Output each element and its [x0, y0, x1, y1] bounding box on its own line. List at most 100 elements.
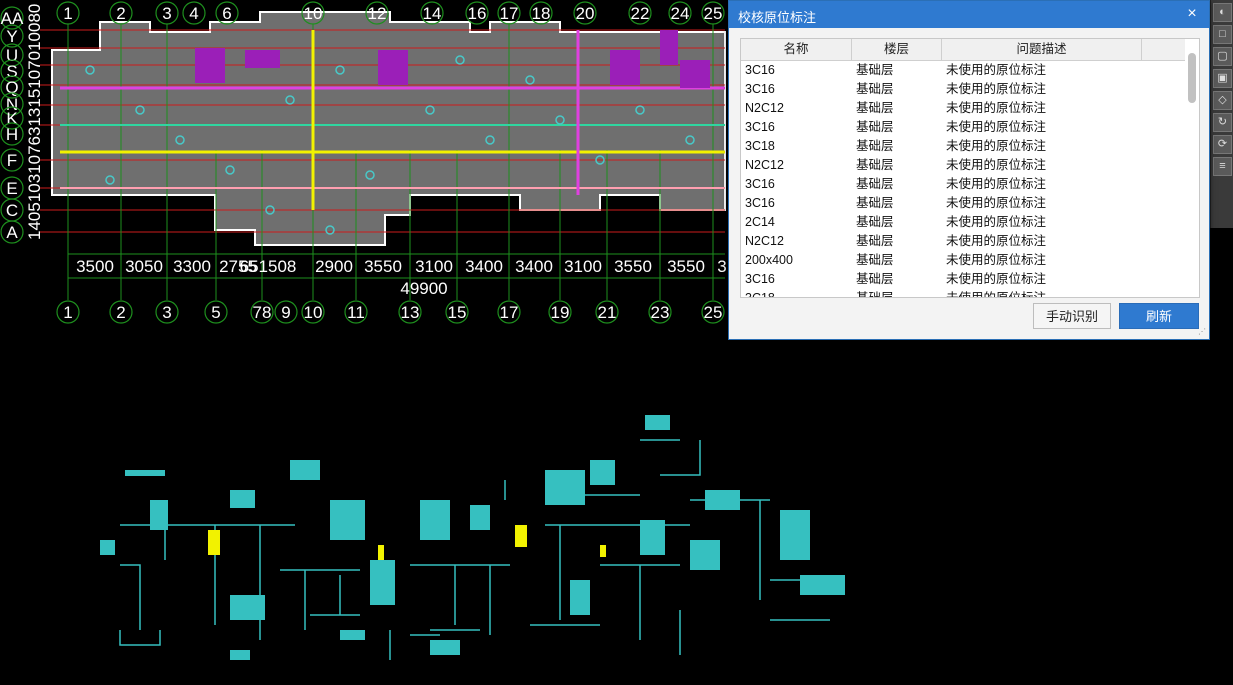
- table-row[interactable]: N2C12 基础层 未使用的原位标注: [741, 156, 1181, 175]
- cell-name: 3C16: [745, 272, 775, 286]
- cell-floor: 基础层: [856, 234, 894, 248]
- dimension-label: 3400: [465, 257, 503, 276]
- dialog-title: 校核原位标注: [738, 10, 817, 25]
- top-axis-label: 18: [532, 4, 551, 23]
- cell-issue: 未使用的原位标注: [946, 272, 1047, 286]
- dialog-title-bar[interactable]: 校核原位标注 ×: [729, 1, 1209, 28]
- check-annotation-dialog: 校核原位标注 × 名称 楼层 问题描述 3C16 基础层 未使用的原位标注 3C16 基…: [728, 0, 1210, 340]
- column-header-name[interactable]: 名称: [741, 39, 852, 60]
- top-axis-label: 2: [116, 4, 125, 23]
- table-row[interactable]: 3C16 基础层 未使用的原位标注: [741, 80, 1181, 99]
- dimension-label: 3100: [415, 257, 453, 276]
- bottom-axis-label: 23: [651, 303, 670, 322]
- bottom-axis-label: 5: [211, 303, 220, 322]
- cell-issue: 未使用的原位标注: [946, 82, 1047, 96]
- cell-issue: 未使用的原位标注: [946, 63, 1047, 77]
- cell-floor: 基础层: [856, 101, 894, 115]
- resize-grip-icon[interactable]: ⋰: [1198, 328, 1206, 336]
- rebar-highlight-marks: [208, 525, 606, 560]
- table-row[interactable]: 2C14 基础层 未使用的原位标注: [741, 213, 1181, 232]
- bottom-axis-label: 11: [347, 303, 365, 322]
- cell-name: 2C14: [745, 215, 775, 229]
- cube-iso-icon[interactable]: ◇: [1213, 91, 1232, 110]
- top-axis-label: 1: [63, 4, 72, 23]
- list-icon[interactable]: ≡: [1213, 157, 1232, 176]
- bottom-axis-label: 21: [598, 303, 617, 322]
- dimension-label: 3500: [76, 257, 114, 276]
- cell-issue: 未使用的原位标注: [946, 177, 1047, 191]
- dimension-label: 3050: [125, 257, 163, 276]
- dimension-label: 3550: [364, 257, 402, 276]
- bottom-axis-label: 3: [162, 303, 171, 322]
- cube-front-icon[interactable]: ▢: [1213, 47, 1232, 66]
- cell-name: 3C16: [745, 63, 775, 77]
- side-axis-label: Y: [6, 27, 17, 46]
- issue-table: 名称 楼层 问题描述 3C16 基础层 未使用的原位标注 3C16 基础层 未使用的原位标…: [740, 38, 1200, 298]
- dimension-label: 3550: [614, 257, 652, 276]
- top-axis-label: 20: [576, 4, 595, 23]
- column-header-issue[interactable]: 问题描述: [942, 39, 1142, 60]
- table-row[interactable]: 3C16 基础层 未使用的原位标注: [741, 118, 1181, 137]
- table-row[interactable]: 3C16 基础层 未使用的原位标注: [741, 61, 1181, 80]
- cell-issue: 未使用的原位标注: [946, 139, 1047, 153]
- column-header-floor[interactable]: 楼层: [852, 39, 942, 60]
- cell-name: N2C12: [745, 101, 784, 115]
- top-axis-label: 16: [468, 4, 487, 23]
- refresh-button[interactable]: 刷新: [1119, 303, 1199, 329]
- top-axis-label: 10: [304, 4, 323, 23]
- table-row[interactable]: 3C18 基础层 未使用的原位标注: [741, 289, 1181, 298]
- cell-name: 3C16: [745, 177, 775, 191]
- cell-name: 3C18: [745, 291, 775, 298]
- side-axis-label: H: [6, 125, 18, 144]
- cell-floor: 基础层: [856, 139, 894, 153]
- side-axis-label: A: [6, 223, 18, 242]
- cell-issue: 未使用的原位标注: [946, 234, 1047, 248]
- cell-floor: 基础层: [856, 63, 894, 77]
- cell-issue: 未使用的原位标注: [946, 196, 1047, 210]
- top-axis-label: 25: [704, 4, 723, 23]
- cell-name: 200x400: [745, 253, 793, 267]
- refresh-view-icon[interactable]: ⟳: [1213, 135, 1232, 154]
- table-row[interactable]: 3C18 基础层 未使用的原位标注: [741, 137, 1181, 156]
- top-axis-label: 14: [423, 4, 442, 23]
- side-axis-label: C: [6, 201, 18, 220]
- table-row[interactable]: 3C16 基础层 未使用的原位标注: [741, 175, 1181, 194]
- top-axis-label: 3: [162, 4, 171, 23]
- bottom-axis-label: 19: [551, 303, 570, 322]
- bottom-axis-label: 9: [281, 303, 290, 322]
- cell-floor: 基础层: [856, 196, 894, 210]
- cell-issue: 未使用的原位标注: [946, 291, 1047, 298]
- cell-issue: 未使用的原位标注: [946, 101, 1047, 115]
- dimension-label: 3300: [173, 257, 211, 276]
- bottom-axis-label: 25: [704, 303, 723, 322]
- table-scrollbar[interactable]: [1185, 39, 1199, 297]
- orbit-icon[interactable]: ◐: [1213, 3, 1232, 22]
- top-axis-label: 24: [671, 4, 690, 23]
- cell-floor: 基础层: [856, 291, 894, 298]
- table-row[interactable]: 200x400 基础层 未使用的原位标注: [741, 251, 1181, 270]
- bottom-axis-label: 78: [253, 303, 272, 322]
- table-row[interactable]: N2C12 基础层 未使用的原位标注: [741, 99, 1181, 118]
- cell-floor: 基础层: [856, 82, 894, 96]
- table-row[interactable]: N2C12 基础层 未使用的原位标注: [741, 232, 1181, 251]
- cell-name: 3C16: [745, 196, 775, 210]
- dimension-label: 3: [717, 257, 726, 276]
- top-axis-label: 4: [189, 4, 198, 23]
- scrollbar-thumb[interactable]: [1188, 53, 1196, 103]
- cell-issue: 未使用的原位标注: [946, 120, 1047, 134]
- cube-side-icon[interactable]: ▣: [1213, 69, 1232, 88]
- table-row[interactable]: 3C16 基础层 未使用的原位标注: [741, 270, 1181, 289]
- cell-floor: 基础层: [856, 158, 894, 172]
- cell-name: 3C16: [745, 82, 775, 96]
- cube-top-icon[interactable]: □: [1213, 25, 1232, 44]
- side-axis-bubbles: AAYUSQNKHFECA: [0, 6, 24, 244]
- rotate-icon[interactable]: ↻: [1213, 113, 1232, 132]
- manual-identify-button[interactable]: 手动识别: [1033, 303, 1111, 329]
- table-row[interactable]: 3C16 基础层 未使用的原位标注: [741, 194, 1181, 213]
- top-axis-label: 22: [631, 4, 650, 23]
- bottom-axis-label: 17: [500, 303, 519, 322]
- cell-floor: 基础层: [856, 253, 894, 267]
- close-icon[interactable]: ×: [1183, 4, 1201, 24]
- top-axis-label: 6: [222, 4, 231, 23]
- table-header: 名称 楼层 问题描述: [741, 39, 1199, 61]
